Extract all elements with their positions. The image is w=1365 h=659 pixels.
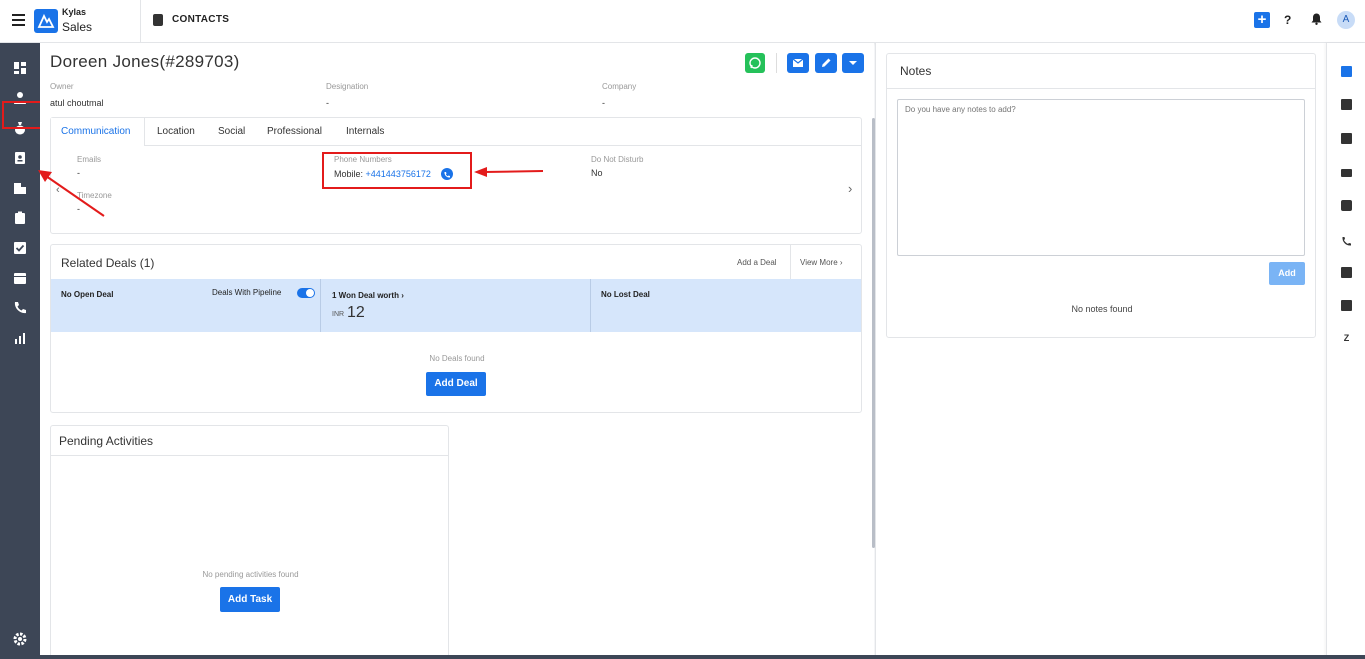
brand-name-bottom: Sales (62, 20, 93, 34)
whatsapp-button[interactable] (745, 53, 765, 73)
pending-activities-card: Pending Activities No pending activities… (50, 425, 449, 659)
email-rail-icon[interactable] (1341, 169, 1352, 177)
pending-activities-title: Pending Activities (59, 434, 154, 448)
contact-card-icon (153, 14, 163, 26)
details-tab-bar: Communication Location Social Profession… (51, 118, 861, 146)
settings-gear-icon[interactable] (12, 631, 28, 647)
tab-internals[interactable]: Internals (346, 126, 384, 137)
tasks-rail-icon[interactable] (1341, 99, 1352, 110)
dnd-value: No (591, 168, 603, 178)
email-button[interactable] (787, 53, 809, 73)
related-deals-card: Related Deals (1) Add a Deal View More ›… (50, 244, 862, 413)
owner-value: atul choutmal (50, 98, 104, 108)
no-deals-message: No Deals found (429, 354, 485, 363)
carousel-prev-icon[interactable]: ‹ (56, 184, 60, 196)
zendesk-rail-icon[interactable]: Z (1341, 333, 1352, 344)
notes-rail-icon[interactable] (1341, 66, 1352, 77)
company-building-icon[interactable] (12, 180, 28, 196)
emails-value: - (77, 168, 80, 178)
calendar-rail-icon[interactable] (1341, 133, 1352, 144)
phone-rail-icon[interactable] (1341, 234, 1352, 246)
clipboard-rail-icon[interactable] (1341, 267, 1352, 278)
help-icon[interactable]: ? (1284, 13, 1291, 27)
add-task-button[interactable]: Add Task (220, 587, 280, 612)
more-actions-dropdown-button[interactable] (842, 53, 864, 73)
add-deal-button[interactable]: Add Deal (426, 372, 486, 396)
timezone-value: - (77, 204, 80, 214)
timezone-label: Timezone (77, 191, 112, 200)
won-amount: 12 (347, 304, 365, 321)
lost-deal-label: No Lost Deal (601, 290, 650, 299)
module-title: CONTACTS (172, 14, 230, 25)
notes-input[interactable] (897, 99, 1305, 256)
tab-professional[interactable]: Professional (267, 126, 322, 137)
deal-col-divider-2 (590, 279, 591, 332)
emails-label: Emails (77, 155, 102, 164)
edit-pencil-button[interactable] (815, 53, 837, 73)
won-deal-link[interactable]: 1 Won Deal worth › (332, 291, 404, 300)
action-separator (776, 53, 777, 73)
dnd-label: Do Not Disturb (591, 155, 644, 164)
company-label: Company (602, 82, 637, 91)
pipeline-toggle-label: Deals With Pipeline (212, 288, 282, 297)
notes-panel: Notes Add No notes found (876, 43, 1326, 659)
clipboard-icon[interactable] (12, 210, 28, 226)
no-notes-message: No notes found (1071, 304, 1133, 314)
topbar-divider (140, 0, 141, 43)
carousel-next-icon[interactable]: › (848, 181, 852, 196)
deal-header-divider (790, 245, 791, 279)
deal-summary-strip (51, 279, 861, 332)
tab-communication[interactable]: Communication (61, 126, 130, 137)
top-bar: Kylas Sales CONTACTS + ? A (0, 0, 1365, 43)
no-activities-message: No pending activities found (202, 570, 299, 579)
view-more-link[interactable]: View More › (800, 258, 843, 267)
owner-label: Owner (50, 82, 74, 91)
add-note-button[interactable]: Add (1269, 262, 1305, 285)
view-more-label: View More (800, 258, 838, 267)
tab-social[interactable]: Social (218, 126, 245, 137)
won-currency: INR (332, 311, 345, 318)
open-deal-label: No Open Deal (61, 290, 114, 299)
contact-name: Doreen Jones(#289703) (50, 52, 240, 71)
notes-title: Notes (900, 64, 932, 78)
folder-rail-icon[interactable] (1341, 300, 1352, 311)
brand-name-top: Kylas (62, 7, 87, 17)
company-value: - (602, 98, 605, 108)
kylas-logo-icon[interactable] (34, 9, 58, 33)
left-sidebar (0, 43, 40, 659)
dashboard-icon[interactable] (12, 60, 28, 76)
won-deal-label: 1 Won Deal worth (332, 291, 399, 300)
hamburger-menu-icon[interactable] (12, 14, 25, 26)
notes-divider (887, 88, 1315, 89)
calendar-icon[interactable] (12, 270, 28, 286)
related-deals-title: Related Deals (1) (61, 256, 155, 270)
notes-card: Notes Add No notes found (886, 53, 1316, 338)
contacts-icon[interactable] (12, 150, 28, 166)
contact-detail-panel: Doreen Jones(#289703) Owner atul choutma… (40, 43, 874, 659)
bottom-edge-bar (40, 655, 1365, 659)
activities-divider (51, 455, 448, 456)
phone-icon[interactable] (12, 300, 28, 316)
task-check-icon[interactable] (12, 240, 28, 256)
reports-chart-icon[interactable] (12, 330, 28, 346)
add-deal-link[interactable]: Add a Deal (737, 258, 777, 267)
chat-rail-icon[interactable] (1341, 200, 1352, 211)
bell-icon[interactable] (1311, 12, 1322, 25)
tab-location[interactable]: Location (157, 126, 195, 137)
right-tool-rail: Z (1326, 43, 1365, 659)
deal-col-divider-1 (320, 279, 321, 332)
pipeline-toggle[interactable] (297, 288, 315, 298)
designation-label: Designation (326, 82, 369, 91)
user-avatar[interactable]: A (1337, 11, 1355, 29)
quick-add-button[interactable]: + (1254, 12, 1270, 28)
phone-highlight-box (322, 152, 472, 189)
designation-value: - (326, 98, 329, 108)
